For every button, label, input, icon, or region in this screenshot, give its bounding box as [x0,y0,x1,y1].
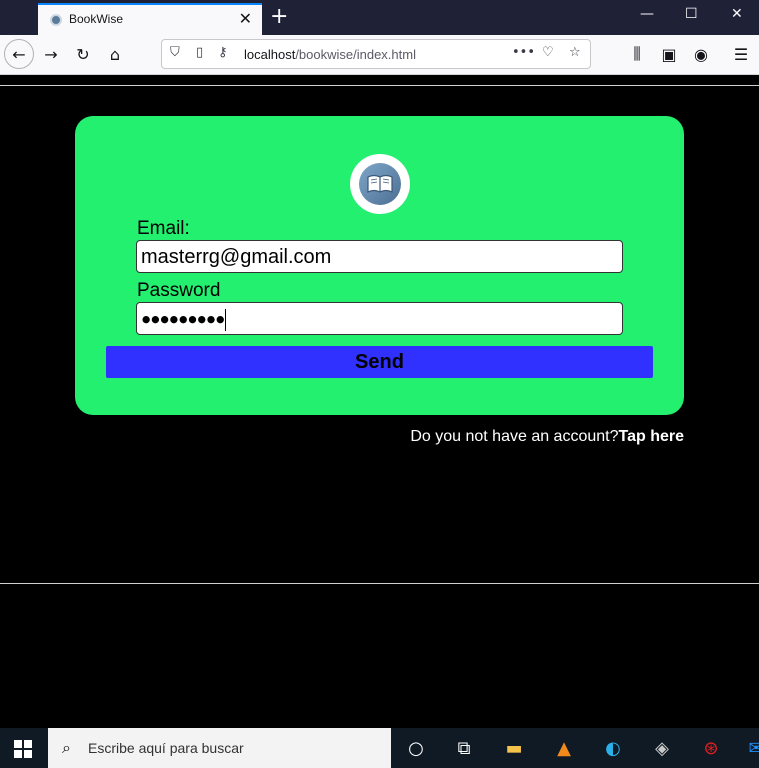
send-button[interactable]: Send [106,346,653,378]
pocket-icon[interactable]: ♡ [542,45,554,60]
task-view-icon[interactable]: ⧉ [452,736,476,760]
email-label: Email: [137,218,190,239]
book-icon [359,163,401,205]
url-text[interactable]: localhost/bookwise/index.html [244,47,416,62]
login-card: Email: masterrg@gmail.com Password ●●●●●… [75,116,684,415]
forward-icon[interactable]: → [37,40,65,68]
minimize-icon[interactable]: — [640,6,654,22]
back-icon[interactable]: ← [4,39,34,69]
mail-icon[interactable]: ✉ [744,736,759,760]
password-mask: ●●●●●●●●● [141,309,225,329]
page-icon[interactable]: ▯ [196,45,203,60]
signup-link[interactable]: Tap here [619,428,685,445]
address-bar[interactable]: ⛉ ▯ ⚷ localhost/bookwise/index.html ••• … [161,39,591,69]
library-icon[interactable]: ⫼ [623,40,651,68]
close-window-icon[interactable]: ✕ [731,6,743,22]
windows-start-icon[interactable] [14,740,32,758]
maximize-icon[interactable]: ☐ [685,6,698,22]
more-actions-icon[interactable]: ••• [512,45,535,60]
password-label: Password [137,280,221,301]
sidebar-icon[interactable]: ▣ [655,40,683,68]
bookmark-star-icon[interactable]: ☆ [569,45,581,60]
taskbar: ⌕ Escribe aquí para buscar ○ ⧉ ▬ ▲ ◐ ◈ ⊛… [0,728,759,768]
close-tab-icon[interactable]: ✕ [239,9,252,29]
divider-bottom [0,583,759,584]
tab-title: BookWise [69,12,124,26]
taskbar-search[interactable]: ⌕ Escribe aquí para buscar [48,728,391,768]
page-body: Email: masterrg@gmail.com Password ●●●●●… [0,76,759,728]
logo [350,154,410,214]
vlc-icon[interactable]: ▲ [552,736,576,760]
signup-text: Do you not have an account? [410,428,619,445]
cortana-icon[interactable]: ○ [404,736,428,760]
divider-top [0,85,759,86]
browser-tab[interactable]: BookWise ✕ [38,3,262,35]
browser-tab-strip: BookWise ✕ + — ☐ ✕ [0,0,759,35]
reload-icon[interactable]: ↻ [69,40,97,68]
new-tab-icon[interactable]: + [270,4,288,29]
game-icon[interactable]: ◈ [650,736,674,760]
menu-icon[interactable]: ☰ [727,40,755,68]
key-icon[interactable]: ⚷ [218,45,228,60]
home-icon[interactable]: ⌂ [101,40,129,68]
file-explorer-icon[interactable]: ▬ [502,736,526,760]
email-field[interactable]: masterrg@gmail.com [136,240,623,273]
favicon-icon [50,14,62,26]
shield-icon[interactable]: ⛉ [170,45,180,60]
search-icon: ⌕ [62,738,71,757]
account-icon[interactable]: ◉ [687,40,715,68]
password-field[interactable]: ●●●●●●●●● [136,302,623,335]
text-caret [225,309,227,331]
browser-toolbar: ← → ↻ ⌂ ⛉ ▯ ⚷ localhost/bookwise/index.h… [0,35,759,75]
search-placeholder: Escribe aquí para buscar [88,740,244,756]
signup-prompt: Do you not have an account?Tap here [410,428,684,446]
app-icon[interactable]: ⊛ [699,736,723,760]
edge-icon[interactable]: ◐ [601,736,625,760]
